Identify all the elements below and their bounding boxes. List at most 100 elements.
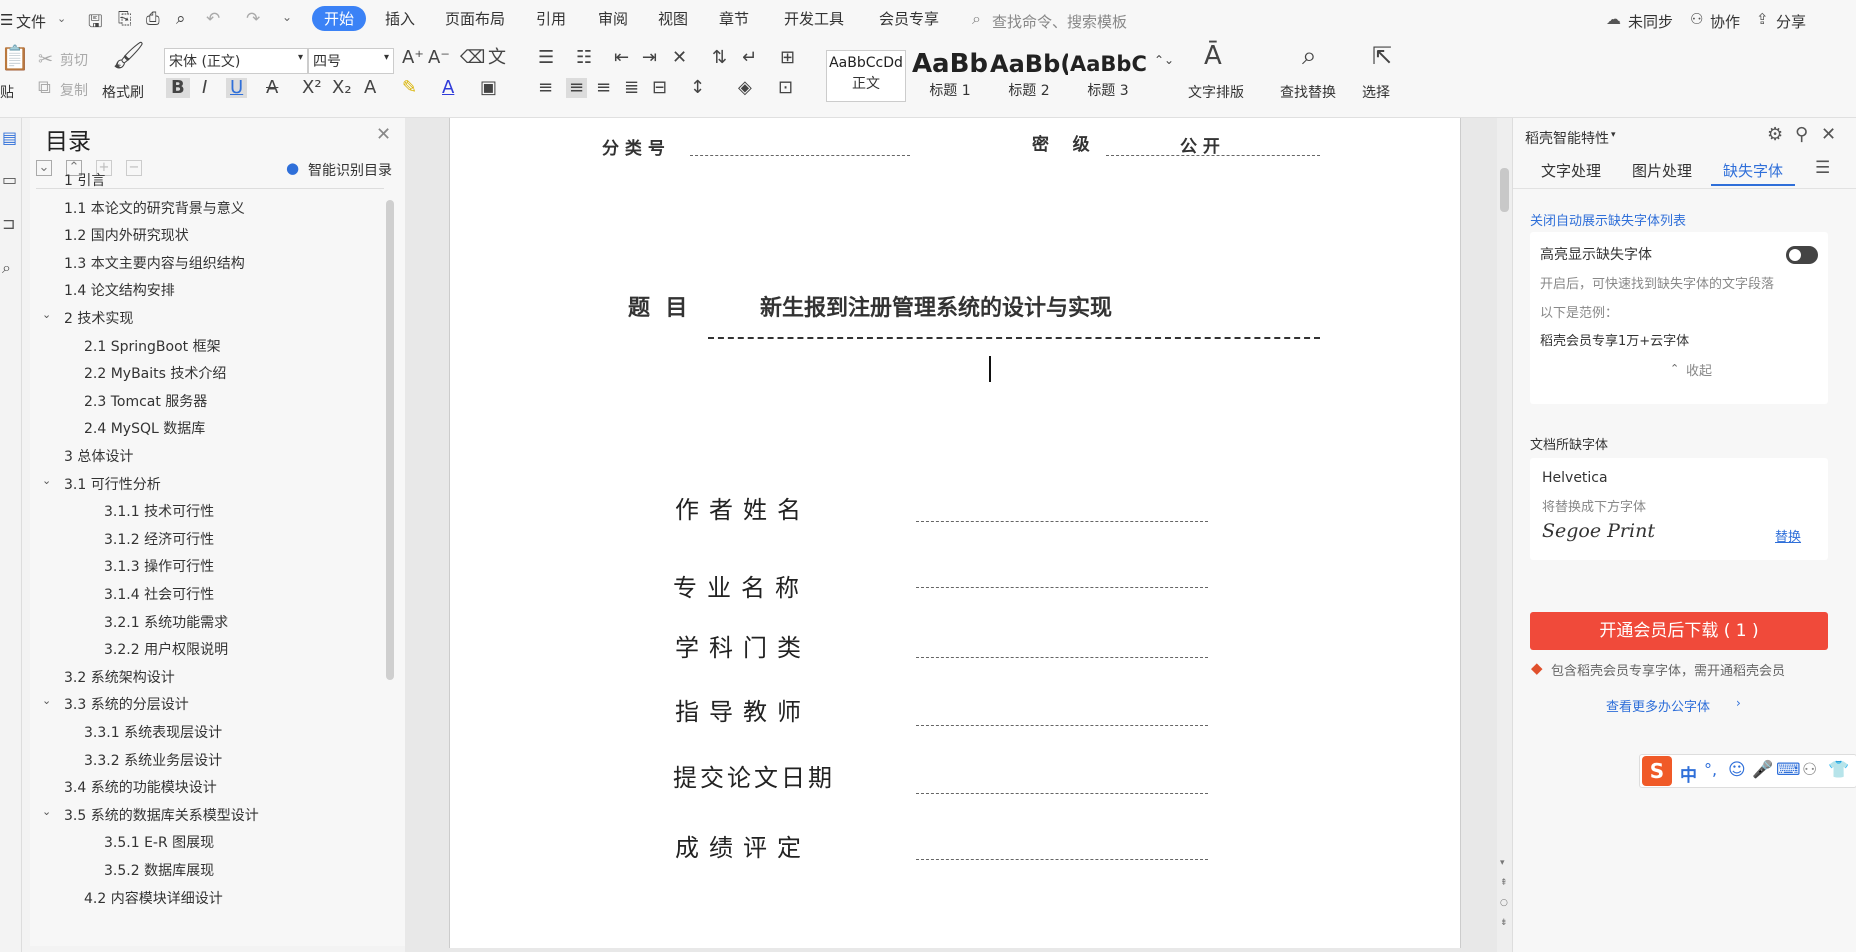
underline-icon[interactable]: U [226,78,248,98]
share-button[interactable]: 分享 [1776,11,1806,32]
char-border-icon[interactable]: ▣ [480,78,497,98]
settings-icon[interactable]: ⚙ [1767,124,1783,145]
scroll-down-icon[interactable]: ▾ [1500,858,1505,868]
table-icon[interactable]: ⊞ [780,48,795,68]
paste-icon[interactable]: 📋 [0,46,30,70]
styles-expand-icon[interactable]: ⌃⌄ [1154,50,1174,70]
tab-home[interactable]: 开始 [312,6,367,31]
search-nav-icon[interactable]: ⌕ [2,258,11,278]
field-grade-input[interactable] [916,838,1208,860]
tab-layout[interactable]: 页面布局 [445,8,505,29]
field-advisor-input[interactable] [916,704,1208,726]
align-left-icon[interactable]: ≡ [538,78,553,98]
cut-button[interactable]: 剪切 [60,50,88,70]
text-layout-icon[interactable]: Ā [1204,43,1222,69]
toc-item[interactable]: 3.5.1 E-R 图展现 [104,832,214,852]
toc-item[interactable]: 3.1.2 经济可行性 [104,529,214,549]
close-auto-show-link[interactable]: 关闭自动展示缺失字体列表 [1530,210,1686,229]
toc-item[interactable]: 3.2.1 系统功能需求 [104,612,228,632]
distribute-icon[interactable]: ⊟ [652,78,667,98]
secret-level-field[interactable] [1106,140,1320,156]
toc-item[interactable]: 3.1.4 社会可行性 [104,584,214,604]
select-cursor-icon[interactable]: ⇱ [1372,44,1392,68]
prev-page-icon[interactable]: ⇞ [1500,878,1508,888]
toc-scrollbar[interactable] [386,200,394,680]
font-size-select[interactable]: 四号 ▾ [308,48,394,74]
italic-icon[interactable]: I [202,78,207,98]
shading-icon[interactable]: ◈ [738,78,752,98]
user-icon[interactable]: ⚇ [1802,760,1817,780]
skin-icon[interactable]: 👕 [1828,760,1849,780]
toc-item[interactable]: 3.1.1 技术可行性 [104,501,214,521]
style-heading2[interactable]: AaBb( 标题 2 [990,50,1068,102]
redo-icon[interactable]: ↷ [246,9,260,29]
field-author-input[interactable] [916,500,1208,522]
toc-nav-icon[interactable]: ▤ [2,128,17,147]
tab-text-processing[interactable]: 文字处理 [1541,160,1601,181]
microphone-icon[interactable]: 🎤 [1752,760,1773,780]
find-replace-button[interactable]: 查找替换 [1280,82,1336,102]
close-icon[interactable]: ✕ [376,124,391,145]
bold-icon[interactable]: B [166,78,190,98]
format-painter-icon[interactable]: 🖌 [112,43,145,69]
field-date-input[interactable] [916,772,1208,794]
field-major-input[interactable] [916,566,1208,588]
toc-item[interactable]: 1.4 论文结构安排 [64,280,175,300]
toc-expand-chevron-icon[interactable]: ⌄ [42,694,51,707]
toc-item[interactable]: 2 技术实现 [64,308,133,328]
toc-item[interactable]: 1.2 国内外研究现状 [64,225,189,245]
toc-item[interactable]: 3.2 系统架构设计 [64,667,175,687]
toc-item[interactable]: 3 总体设计 [64,446,133,466]
style-heading3[interactable]: AaBbC( 标题 3 [1070,50,1146,102]
font-color-icon[interactable]: A [442,78,454,98]
font-name-select[interactable]: 宋体 (正文) ▾ [164,48,308,74]
tab-view[interactable]: 视图 [658,8,688,29]
increase-indent-icon[interactable]: ⇥ [642,48,657,68]
smart-toc-button[interactable]: 智能识别目录 [308,160,392,180]
toc-item[interactable]: 2.1 SpringBoot 框架 [84,336,221,356]
collab-button[interactable]: 协作 [1710,11,1740,32]
shrink-font-icon[interactable]: A⁻ [428,48,450,68]
line-spacing-icon[interactable]: ↕ [690,78,705,98]
highlight-toggle[interactable] [1786,246,1818,264]
keyboard-icon[interactable]: ⌨ [1776,760,1801,780]
undo-icon[interactable]: ↶ [206,9,220,29]
more-fonts-link[interactable]: 查看更多办公字体 [1606,696,1710,715]
emoji-icon[interactable]: ☺ [1728,760,1746,780]
class-no-field[interactable] [690,140,910,156]
justify-icon[interactable]: ≣ [624,78,639,98]
replace-button[interactable]: 替换 [1775,526,1801,545]
chevron-down-icon[interactable]: ⌄ [57,12,66,25]
clear-format-icon[interactable]: ⌫ [460,48,485,68]
grow-font-icon[interactable]: A⁺ [402,48,424,68]
print-icon[interactable]: ⎙ [146,9,160,29]
tab-developer[interactable]: 开发工具 [784,8,844,29]
subscript-icon[interactable]: X₂ [332,78,352,98]
tab-chapter[interactable]: 章节 [719,8,749,29]
toc-item[interactable]: 3.1 可行性分析 [64,474,161,494]
format-painter-button[interactable]: 格式刷 [102,82,144,102]
toc-item[interactable]: 3.5 系统的数据库关系模型设计 [64,805,259,825]
punctuation-icon[interactable]: °, [1704,760,1717,779]
panel-header[interactable]: 稻壳智能特性 [1525,128,1609,148]
text-layout-button[interactable]: 文字排版 [1188,82,1244,102]
select-button[interactable]: 选择 [1362,82,1390,102]
close-icon[interactable]: ✕ [1821,124,1836,145]
tab-references[interactable]: 引用 [536,8,566,29]
ime-mode-label[interactable]: 中 [1680,761,1697,786]
pages-nav-icon[interactable]: ▭ [2,170,17,189]
chinese-layout-icon[interactable]: ✕ [672,48,687,68]
toc-item[interactable]: 1.3 本文主要内容与组织结构 [64,253,245,273]
expand-all-icon[interactable]: ⌄ [36,160,52,176]
collapse-button[interactable]: 收起 [1686,360,1712,379]
strikethrough-icon[interactable]: A [266,78,278,98]
sync-status[interactable]: 未同步 [1628,11,1673,32]
toc-item[interactable]: 3.2.2 用户权限说明 [104,639,228,659]
scroll-thumb[interactable] [1500,168,1509,212]
file-menu[interactable]: 文件 [16,11,46,32]
toc-item[interactable]: 1.1 本论文的研究背景与意义 [64,198,245,218]
pin-icon[interactable]: ⚲ [1795,124,1808,145]
document-scrollbar[interactable]: ▾ ⇞ ○ ⇟ [1497,118,1512,952]
find-replace-icon[interactable]: ⌕ [1302,43,1317,69]
document-page[interactable]: 分 类 号 密 级 公 开 题 目 新生报到注册管理系统的设计与实现 作者姓名 … [449,118,1461,948]
